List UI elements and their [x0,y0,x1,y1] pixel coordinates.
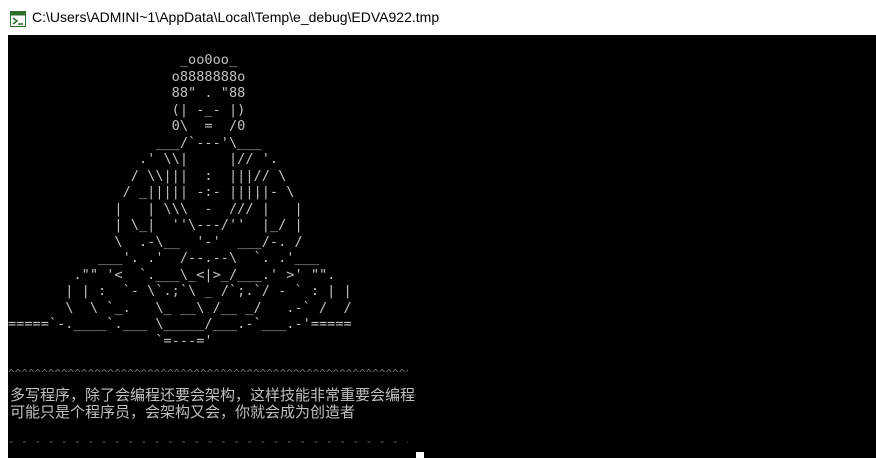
separator-line: ^^^^^^^^^^^^^^^^^^^^^^^^^^^^^^^^^^^^^^^^… [8,368,408,380]
window-titlebar[interactable]: C:\Users\ADMINI~1\AppData\Local\Temp\e_d… [0,0,876,35]
buddha-ascii-art: _oo0oo_ o8888888o 88" . "88 (| -_- |) 0\… [8,52,352,349]
window-title: C:\Users\ADMINI~1\AppData\Local\Temp\e_d… [32,9,440,25]
text-cursor [416,452,424,458]
bottom-rule: - - - - - - - - - - - - - - - - - - - - … [8,436,408,448]
console-output-area[interactable]: _oo0oo_ o8888888o 88" . "88 (| -_- |) 0\… [8,35,876,458]
console-message: 多写程序，除了会编程还要会架构，这样技能非常重要会编程可能只是个程序员，会架构又… [10,386,416,421]
console-app-icon[interactable] [10,11,26,27]
